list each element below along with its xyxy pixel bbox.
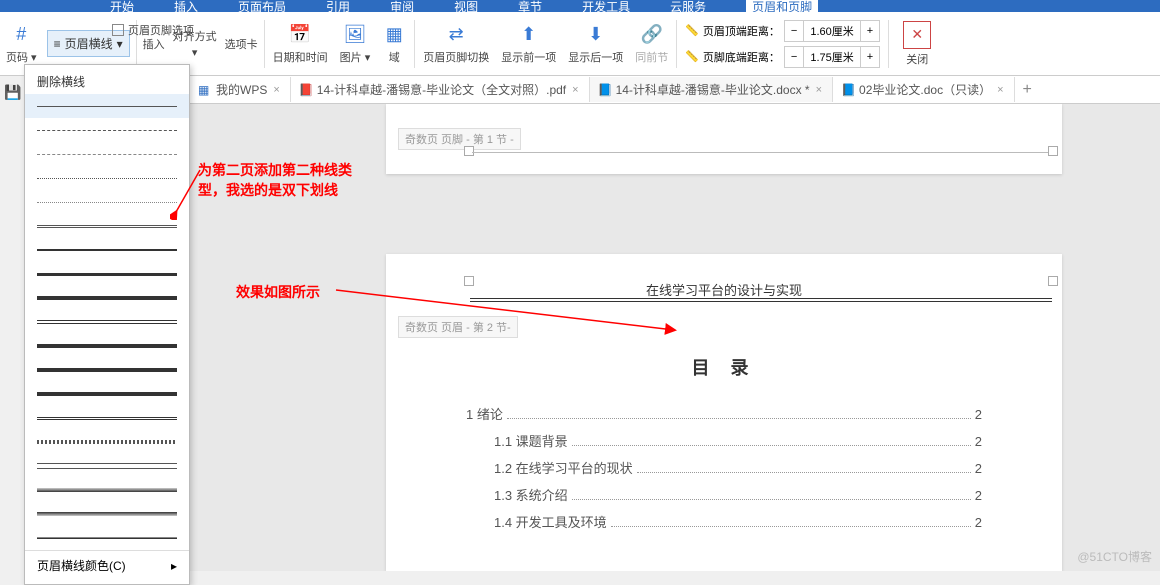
- menu-item[interactable]: 引用: [326, 0, 350, 12]
- hf-switch-button[interactable]: ⇄ 页眉页脚切换: [417, 19, 495, 69]
- ruler-icon: 📏: [685, 50, 699, 63]
- new-tab-button[interactable]: +: [1015, 77, 1040, 103]
- menu-item[interactable]: 开发工具: [582, 0, 630, 12]
- line-style-dashed[interactable]: [25, 118, 189, 142]
- field-button[interactable]: ▦ 域: [376, 19, 412, 69]
- toc-row: 1.3 系统介绍2: [466, 485, 982, 504]
- watermark: @51CTO博客: [1077, 548, 1152, 565]
- hf-options-checkbox[interactable]: 页眉页脚选项: [104, 16, 202, 44]
- top-distance-spinner[interactable]: −1.60厘米+: [784, 20, 880, 42]
- menu-bar: 开始 插入 页面布局 引用 审阅 视图 章节 开发工具 云服务 页眉和页脚: [0, 0, 1160, 12]
- picture-icon: 🖼: [343, 23, 367, 47]
- line-style-thin-thick[interactable]: [25, 334, 189, 358]
- menu-item[interactable]: 插入: [174, 0, 198, 12]
- close-hf-button[interactable]: ✕ 关闭: [891, 17, 943, 71]
- arrow-right-icon: ▸: [171, 559, 177, 573]
- line-style-dash-wide[interactable]: [25, 142, 189, 166]
- menu-item[interactable]: 页面布局: [238, 0, 286, 12]
- line-style-thick3[interactable]: [25, 286, 189, 310]
- menu-item-active[interactable]: 页眉和页脚: [746, 0, 818, 12]
- line-style-wavy[interactable]: [25, 430, 189, 454]
- line-style-thick[interactable]: [25, 238, 189, 262]
- toc-row: 1.2 在线学习平台的现状2: [466, 458, 982, 477]
- page-2: 在线学习平台的设计与实现 奇数页 页眉 - 第 2 节- 目 录 1 绪论2 1…: [386, 254, 1062, 571]
- tab-doc-readonly[interactable]: 📘02毕业论文.doc（只读）×: [833, 77, 1014, 102]
- line-style-dash-dot[interactable]: [25, 166, 189, 190]
- close-icon: ✕: [903, 21, 931, 49]
- line-style-thick-thin[interactable]: [25, 358, 189, 382]
- menu-item[interactable]: 审阅: [390, 0, 414, 12]
- page-number-icon: #: [9, 23, 33, 47]
- show-next-button[interactable]: ⬇ 显示后一项: [562, 19, 629, 69]
- page-number-button[interactable]: # 页码 ▾: [0, 19, 43, 69]
- delete-line-option[interactable]: 删除横线: [25, 69, 189, 94]
- line-style-gradient[interactable]: [25, 478, 189, 502]
- menu-item[interactable]: 章节: [518, 0, 542, 12]
- grid-icon: ▦: [198, 83, 212, 97]
- header-double-line: [470, 298, 1052, 299]
- ruler-icon: 📏: [685, 24, 699, 37]
- top-distance-label: 页眉顶端距离：: [703, 23, 780, 39]
- same-prev-button[interactable]: 🔗 同前节: [629, 19, 674, 69]
- page-1-footer-area: 奇数页 页脚 - 第 1 节 -: [386, 104, 1062, 174]
- line-style-gradient2[interactable]: [25, 502, 189, 526]
- table-of-contents: 目 录 1 绪论2 1.1 课题背景2 1.2 在线学习平台的现状2 1.3 系…: [386, 354, 1062, 539]
- save-icon[interactable]: 💾: [4, 84, 21, 101]
- calendar-icon: 📅: [288, 23, 312, 47]
- switch-icon: ⇄: [444, 23, 468, 47]
- line-color-option[interactable]: 页眉横线颜色(C)▸: [25, 550, 189, 580]
- toc-row: 1.1 课题背景2: [466, 431, 982, 450]
- document-tabs: ▦我的WPS× 📕14-计科卓越-潘锡意-毕业论文（全文对照）.pdf× 📘14…: [190, 76, 1160, 104]
- pdf-icon: 📕: [299, 83, 313, 97]
- toc-title: 目 录: [386, 354, 1062, 380]
- line-style-double2[interactable]: [25, 406, 189, 430]
- word-icon: 📘: [598, 83, 612, 97]
- prev-icon: ⬆: [517, 23, 541, 47]
- bottom-distance-spinner[interactable]: −1.75厘米+: [784, 46, 880, 68]
- line-style-dash-dot-dot[interactable]: [25, 190, 189, 214]
- toc-row: 1.4 开发工具及环境2: [466, 512, 982, 531]
- bottom-distance-label: 页脚底端距离：: [703, 49, 780, 65]
- line-style-triple[interactable]: [25, 310, 189, 334]
- toc-row: 1 绪论2: [466, 404, 982, 423]
- options-tab-button[interactable]: 选项卡: [221, 34, 262, 54]
- close-icon[interactable]: ×: [814, 84, 824, 96]
- picture-button[interactable]: 🖼 图片 ▾: [334, 19, 377, 69]
- header-section-label: 奇数页 页眉 - 第 2 节-: [398, 316, 518, 338]
- field-icon: ▦: [382, 23, 406, 47]
- line-style-thin[interactable]: [25, 94, 189, 118]
- header-title-text[interactable]: 在线学习平台的设计与实现: [386, 280, 1062, 299]
- menu-item[interactable]: 开始: [110, 0, 134, 12]
- tab-pdf[interactable]: 📕14-计科卓越-潘锡意-毕业论文（全文对照）.pdf×: [291, 77, 590, 102]
- next-icon: ⬇: [584, 23, 608, 47]
- line-style-double-wavy[interactable]: [25, 454, 189, 478]
- close-icon[interactable]: ×: [995, 84, 1005, 96]
- tab-docx-active[interactable]: 📘14-计科卓越-潘锡意-毕业论文.docx *×: [590, 77, 833, 102]
- menu-item[interactable]: 云服务: [670, 0, 706, 12]
- close-icon[interactable]: ×: [570, 84, 580, 96]
- close-icon[interactable]: ×: [271, 84, 281, 96]
- header-double-line: [470, 301, 1052, 302]
- document-workspace: 奇数页 页脚 - 第 1 节 - 在线学习平台的设计与实现 奇数页 页眉 - 第…: [190, 104, 1160, 571]
- header-line-gallery: 删除横线 页眉横线颜色(C)▸: [24, 64, 190, 585]
- line-icon: ≡: [54, 37, 61, 51]
- link-icon: 🔗: [640, 23, 664, 47]
- menu-item[interactable]: 视图: [454, 0, 478, 12]
- line-style-emboss[interactable]: [25, 526, 189, 550]
- quick-access: 💾: [0, 80, 25, 105]
- show-prev-button[interactable]: ⬆ 显示前一项: [495, 19, 562, 69]
- word-icon: 📘: [841, 83, 855, 97]
- line-style-thick2[interactable]: [25, 262, 189, 286]
- footer-line[interactable]: [472, 152, 1052, 153]
- footer-section-label: 奇数页 页脚 - 第 1 节 -: [398, 128, 521, 150]
- line-style-double[interactable]: [25, 214, 189, 238]
- tab-my-wps[interactable]: ▦我的WPS×: [190, 77, 291, 102]
- line-style-double-thick[interactable]: [25, 382, 189, 406]
- date-time-button[interactable]: 📅 日期和时间: [267, 19, 334, 69]
